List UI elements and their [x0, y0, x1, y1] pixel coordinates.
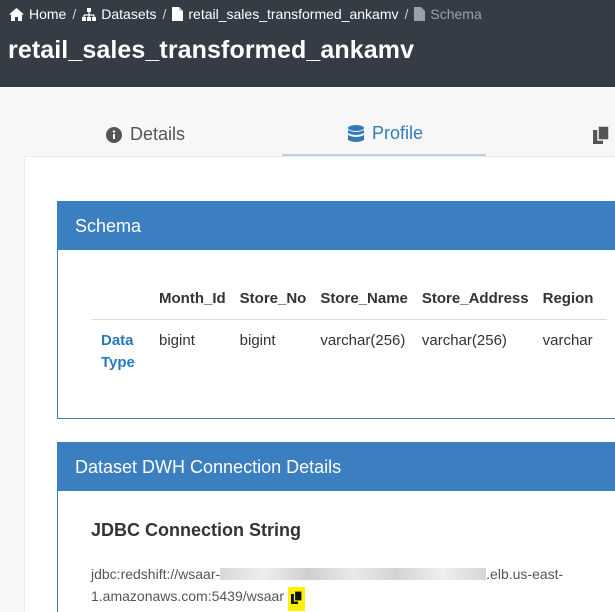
breadcrumb-current: Schema [414, 6, 482, 22]
breadcrumb-separator: / [162, 6, 167, 22]
dwh-panel-title: Dataset DWH Connection Details [58, 443, 615, 491]
tab-details[interactable]: Details [106, 113, 185, 156]
schema-table: Month_Id Store_No Store_Name Store_Addre… [91, 287, 608, 374]
breadcrumb-home-label: Home [29, 6, 67, 22]
file-icon [172, 7, 184, 21]
schema-type-row: Data Type bigint bigint varchar(256) varc… [91, 319, 607, 374]
jdbc-connection-string[interactable]: jdbc:redshift://wsaar- .elb.us-east-1.ama… [91, 563, 615, 611]
schema-corner-cell [91, 287, 159, 320]
column-header: Region [542, 287, 608, 320]
tab-details-label: Details [130, 124, 186, 144]
type-cell: varchar [542, 331, 593, 349]
copy-icon [291, 590, 303, 604]
type-cell: bigint [159, 331, 195, 349]
breadcrumb-current-label: Schema [430, 6, 482, 22]
schema-panel: Schema Month_Id Store_No Store_Name Stor… [57, 201, 615, 419]
jdbc-section-title: JDBC Connection String [91, 520, 301, 540]
schema-panel-title: Schema [58, 202, 615, 250]
breadcrumb-separator: / [72, 6, 77, 22]
type-cell: varchar(256) [320, 331, 406, 349]
breadcrumb: Home / Datasets / retail_sales_transform… [9, 5, 482, 23]
file-icon [414, 7, 426, 21]
home-icon [9, 7, 24, 21]
info-circle-icon [106, 126, 122, 143]
page-header: Home / Datasets / retail_sales_transform… [0, 0, 615, 87]
breadcrumb-dataset-label: retail_sales_transformed_ankamv [188, 6, 399, 22]
copy-icon [593, 125, 609, 144]
data-type-row-label: Data Type [91, 319, 159, 374]
tab-copy[interactable] [593, 113, 615, 156]
type-cell: varchar(256) [421, 331, 507, 349]
sitemap-icon [82, 7, 97, 21]
breadcrumb-datasets[interactable]: Datasets [82, 6, 157, 22]
tab-profile[interactable]: Profile [282, 113, 486, 156]
row-label-line: Data [101, 331, 134, 349]
tab-bar: Details Profile [0, 113, 615, 156]
database-icon [348, 124, 364, 142]
row-label-line: Type [101, 353, 135, 371]
column-header: Store_Name [320, 287, 422, 320]
breadcrumb-datasets-label: Datasets [101, 6, 157, 22]
schema-header-row: Month_Id Store_No Store_Name Store_Addre… [91, 287, 608, 320]
jdbc-prefix: jdbc:redshift://wsaar- [91, 566, 221, 582]
column-header: Store_Address [421, 287, 543, 320]
column-header: Month_Id [159, 287, 240, 320]
redacted-host [220, 568, 487, 580]
type-cell: bigint [239, 331, 276, 349]
page-title: retail_sales_transformed_ankamv [8, 36, 415, 64]
column-header: Store_No [239, 287, 321, 320]
tab-profile-label: Profile [372, 123, 424, 143]
breadcrumb-dataset[interactable]: retail_sales_transformed_ankamv [172, 6, 399, 22]
breadcrumb-home[interactable]: Home [9, 6, 66, 22]
breadcrumb-separator: / [404, 6, 409, 22]
copy-jdbc-button[interactable] [288, 587, 305, 611]
dwh-connection-panel: Dataset DWH Connection Details JDBC Conn… [57, 442, 615, 612]
